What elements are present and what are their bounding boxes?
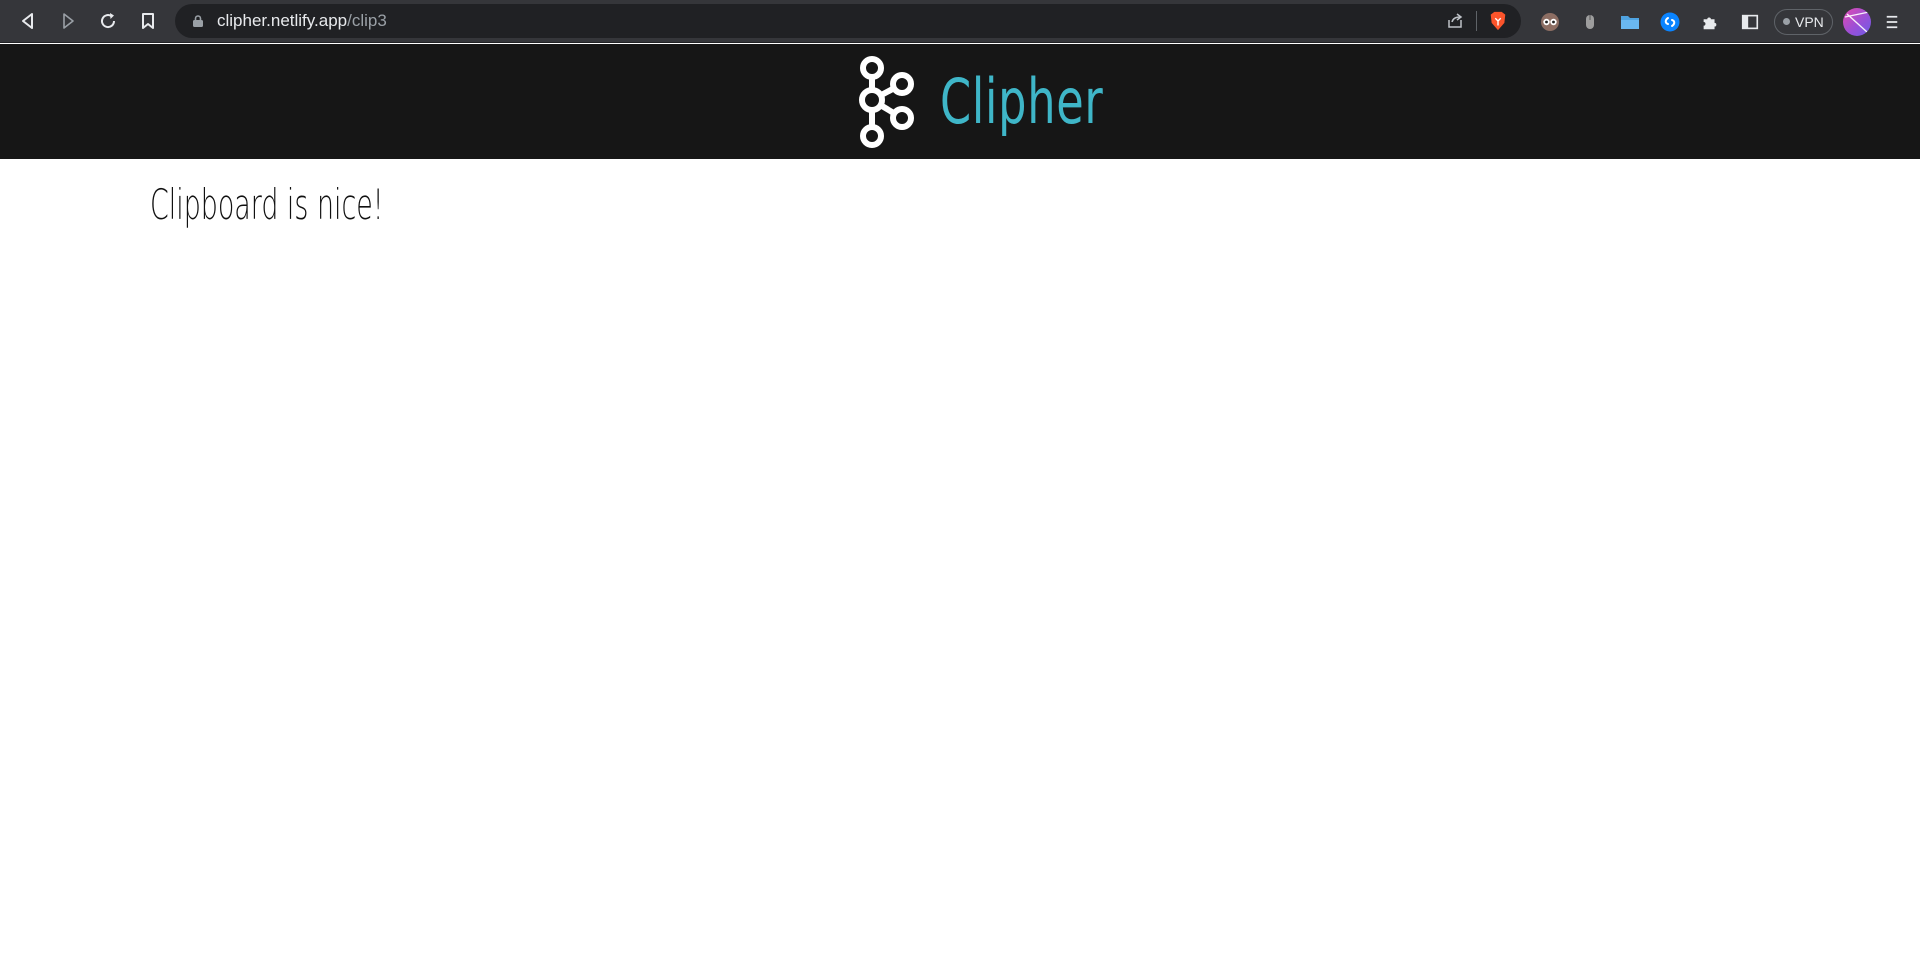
share-button[interactable] [1440, 6, 1470, 36]
brave-shield-button[interactable] [1483, 6, 1513, 36]
site-header: Clipher [0, 44, 1920, 159]
url-host: clipher.netlify.app [217, 11, 348, 30]
vpn-button[interactable]: VPN [1774, 8, 1833, 35]
omnibox-divider [1476, 11, 1477, 31]
vpn-status-dot [1783, 18, 1790, 25]
nav-buttons [8, 1, 168, 41]
vpn-label: VPN [1795, 13, 1824, 30]
reload-button[interactable] [88, 1, 128, 41]
bookmark-button[interactable] [128, 1, 168, 41]
extensions-area: VPN [1530, 0, 1907, 43]
url-text: clipher.netlify.app/clip3 [217, 11, 387, 31]
sidebar-icon [1741, 14, 1759, 29]
forward-button[interactable] [48, 1, 88, 41]
brave-shield-icon [1490, 11, 1506, 31]
site-logo[interactable]: Clipher [856, 54, 1119, 150]
clipher-logo-icon [859, 55, 915, 148]
bookmark-icon [142, 13, 154, 29]
menu-icon [1886, 15, 1898, 28]
share-icon [1448, 13, 1463, 28]
mouse-extension-icon [1586, 14, 1594, 29]
back-icon [22, 13, 33, 29]
avatar-image [1844, 10, 1869, 33]
url-path: /clip3 [347, 11, 387, 30]
brand-name: Clipher [940, 65, 1104, 138]
address-bar[interactable]: clipher.netlify.app/clip3 [175, 4, 1521, 38]
profile-avatar[interactable] [1842, 7, 1871, 36]
shazam-extension-icon [1660, 12, 1680, 31]
back-button[interactable] [8, 1, 48, 41]
clip-text: Clipboard is nice! [150, 180, 384, 229]
extensions-button[interactable] [1690, 2, 1730, 42]
mouse-extension-button[interactable] [1570, 2, 1610, 42]
browser-menu-button[interactable] [1877, 2, 1907, 42]
sidebar-button[interactable] [1730, 2, 1770, 42]
clip-content-area: Clipboard is nice! [150, 180, 515, 229]
owl-extension-icon [1541, 12, 1559, 31]
owl-extension-button[interactable] [1530, 2, 1570, 42]
folder-extension-button[interactable] [1610, 2, 1650, 42]
folder-extension-icon [1621, 15, 1639, 29]
lock-icon[interactable] [191, 14, 205, 28]
reload-icon [101, 13, 116, 29]
shazam-extension-button[interactable] [1650, 2, 1690, 42]
omnibox-actions [1440, 4, 1513, 38]
browser-toolbar: clipher.netlify.app/clip3 VPN [0, 0, 1920, 43]
forward-icon [63, 13, 74, 29]
puzzle-extensions-icon [1703, 16, 1717, 29]
